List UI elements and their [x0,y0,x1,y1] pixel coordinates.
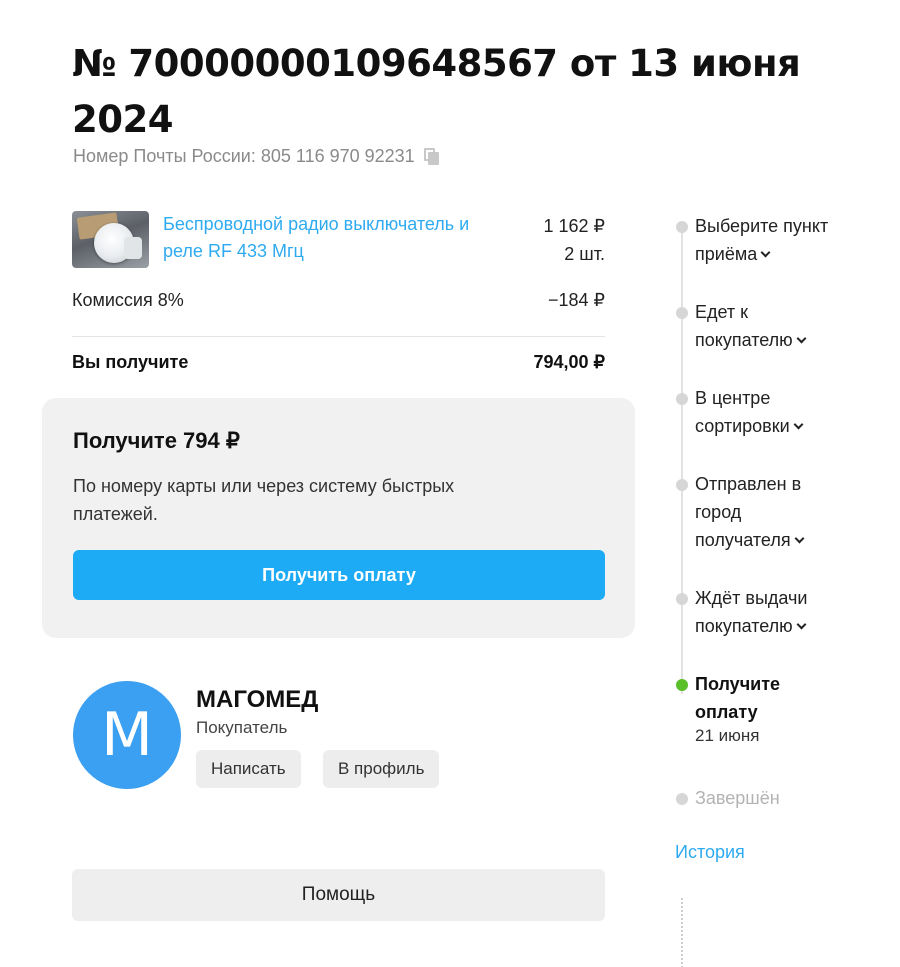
write-message-button[interactable]: Написать [196,750,301,788]
payout-title: Получите 794 ₽ [73,428,240,453]
timeline-dot [676,307,688,319]
buyer-name: МАГОМЕД [196,686,319,713]
product-quantity: 2 шт. [564,244,605,264]
get-payment-button[interactable]: Получить оплату [73,550,605,600]
timeline-dot [676,593,688,605]
help-button[interactable]: Помощь [72,869,605,921]
timeline-step-label: Получите оплату [695,674,781,722]
chevron-down-icon [796,333,807,344]
payout-card: Получите 794 ₽ По номеру карты или через… [42,398,635,638]
tracking-number: Номер Почты России: 805 116 970 92231 [73,146,440,167]
timeline-step-toggle[interactable]: Едет к покупателю [695,298,845,354]
buyer-role: Покупатель [196,718,288,737]
total-value: 794,00 ₽ [533,352,605,372]
payout-description: По номеру карты или через систему быстры… [73,476,455,524]
commission-label: Комиссия 8% [72,290,184,310]
page-title: № 70000000109648567 от 13 июня 2024 [72,42,801,141]
divider [72,336,605,337]
product-row: Беспроводной радио выключатель и реле RF… [72,211,605,271]
timeline-dot [676,393,688,405]
avatar[interactable]: М [73,681,181,789]
chevron-down-icon [794,533,805,544]
chevron-down-icon [796,619,807,630]
timeline-dot-active [676,679,688,691]
commission-row: Комиссия 8% −184 ₽ [72,290,605,311]
history-link[interactable]: История [675,842,745,863]
product-name-link[interactable]: Беспроводной радио выключатель и реле RF… [163,211,513,265]
timeline-dot [676,221,688,233]
timeline-step-toggle[interactable]: Отправлен в город получателя [695,470,835,554]
timeline-step-date: 21 июня [695,726,760,745]
product-image[interactable] [72,211,149,268]
timeline-line-pending [681,898,683,967]
timeline-step-toggle[interactable]: Ждёт выдачи покупателю [695,584,845,640]
total-row: Вы получите 794,00 ₽ [72,352,605,373]
copy-icon[interactable] [423,147,440,166]
chevron-down-icon [760,247,771,258]
tracking-label: Номер Почты России: 805 116 970 92231 [73,146,415,166]
product-price: 1 162 ₽ [543,216,606,236]
timeline-dot [676,793,688,805]
view-profile-button[interactable]: В профиль [323,750,440,788]
timeline-line [681,228,683,694]
timeline-step-label: Завершён [695,788,780,808]
timeline-dot [676,479,688,491]
total-label: Вы получите [72,352,189,372]
timeline-step-toggle[interactable]: В центре сортировки [695,384,845,440]
commission-value: −184 ₽ [548,290,605,310]
timeline-step-toggle[interactable]: Выберите пункт приёма [695,212,885,268]
chevron-down-icon [793,419,804,430]
